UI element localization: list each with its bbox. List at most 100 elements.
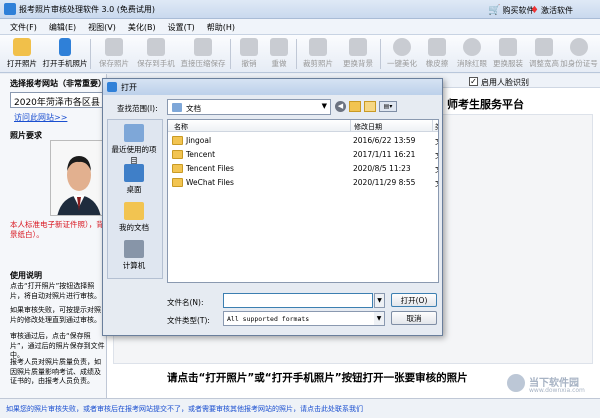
eraser-icon: [428, 38, 446, 56]
dialog-title-bar: 打开: [103, 79, 442, 95]
face-recognition-label: 启用人脸识别: [481, 78, 529, 87]
dialog-title: 打开: [121, 83, 137, 92]
add-id-number-button[interactable]: 加身份证号: [560, 37, 598, 71]
usage-step-3: 审核通过后，点击“保存照片”，通过后的照片保存到文件中。: [10, 332, 105, 359]
eraser-button[interactable]: 橡皮擦: [420, 37, 454, 71]
buy-software-button[interactable]: 🛒 购买软件: [488, 4, 534, 16]
folder-icon: [172, 178, 183, 187]
toolbar-separator: [380, 39, 381, 69]
save-phone-icon: [147, 38, 165, 56]
open-phone-photo-button[interactable]: 打开手机照片: [42, 37, 88, 71]
folder-icon: [172, 136, 183, 145]
desktop-icon: [124, 164, 144, 182]
open-file-dialog: 打开 查找范围(I): 文档 ▼ ◀ ▤▾ 最近使用的项目 桌面 我的文档 计算…: [102, 78, 443, 336]
file-list-header: 名称 修改日期 类: [168, 120, 438, 132]
filetype-select[interactable]: All supported formats: [223, 311, 385, 326]
open-photo-hint: 请点击“打开照片”或“打开手机照片”按钮打开一张要审核的照片: [167, 372, 468, 384]
menu-beautify[interactable]: 美化(B): [122, 19, 162, 34]
menu-edit[interactable]: 编辑(E): [43, 19, 82, 34]
key-icon: ♦: [530, 4, 539, 16]
usage-step-4: 报考人员对照片质量负责，如因照片质量影响考试、成绩及证书的，由报考人员负责。: [10, 358, 101, 385]
back-icon[interactable]: ◀: [335, 101, 346, 112]
direct-save-button[interactable]: 直接压缩保存: [178, 37, 228, 71]
filename-dropdown-icon[interactable]: ▼: [374, 293, 385, 308]
status-bar: 如果您的照片审核失败，或者审核后在报考网站提交不了，或者需要审核其他报考网站的照…: [0, 398, 600, 418]
column-type[interactable]: 类: [435, 122, 438, 132]
one-click-beautify-button[interactable]: 一键美化: [382, 37, 422, 71]
computer-icon: [124, 240, 144, 258]
menu-view[interactable]: 视图(V): [82, 19, 122, 34]
recent-icon: [124, 124, 144, 142]
photo-requirements-heading: 照片要求: [10, 131, 42, 140]
crop-icon: [309, 38, 327, 56]
open-button[interactable]: 打开(O): [391, 293, 437, 307]
visit-site-link[interactable]: 访问此网站>>: [14, 112, 67, 123]
watermark: 当下软件园 www.downxia.com: [507, 374, 597, 396]
folder-icon: [172, 164, 183, 173]
usage-heading: 使用说明: [10, 271, 42, 280]
activate-software-button[interactable]: ♦ 激活软件: [530, 4, 573, 16]
filename-input[interactable]: [223, 293, 373, 308]
cancel-button[interactable]: 取消: [391, 311, 437, 325]
folder-icon: [172, 150, 183, 159]
place-recent[interactable]: 最近使用的项目: [108, 124, 160, 166]
file-row[interactable]: Tencent Files 2020/8/5 11:23 文: [168, 162, 438, 176]
menu-bar: 文件(F) 编辑(E) 视图(V) 美化(B) 设置(T) 帮助(H): [0, 19, 600, 35]
undo-icon: [240, 38, 258, 56]
toolbar-separator: [90, 39, 91, 69]
eye-icon: [463, 38, 481, 56]
place-desktop[interactable]: 桌面: [108, 164, 160, 195]
site-heading: 选择报考网站（非常重要）: [10, 79, 106, 88]
adjust-size-button[interactable]: 调整宽高: [526, 37, 562, 71]
redo-icon: [270, 38, 288, 56]
change-clothes-button[interactable]: 更换服装: [490, 37, 526, 71]
title-bar: 报考照片审核处理软件 3.0 (免费试用) 🛒 购买软件 ♦ 激活软件: [0, 0, 600, 19]
window-title: 报考照片审核处理软件 3.0 (免费试用): [19, 5, 156, 14]
resize-icon: [535, 38, 553, 56]
watermark-logo-icon: [507, 374, 525, 392]
menu-file[interactable]: 文件(F): [4, 19, 43, 34]
menu-settings[interactable]: 设置(T): [162, 19, 201, 34]
save-to-phone-button[interactable]: 保存到手机: [134, 37, 178, 71]
sample-photo: [50, 140, 106, 216]
column-date[interactable]: 修改日期: [354, 122, 382, 132]
beautify-icon: [393, 38, 411, 56]
redo-button[interactable]: 重做: [264, 37, 294, 71]
menu-help[interactable]: 帮助(H): [201, 19, 241, 34]
remove-redeye-button[interactable]: 消除红眼: [454, 37, 490, 71]
save-icon: [105, 38, 123, 56]
folder-open-icon: [13, 38, 31, 56]
file-row[interactable]: WeChat Files 2020/11/29 8:55 文: [168, 176, 438, 190]
up-folder-icon[interactable]: [349, 101, 361, 112]
platform-title: 师考生服务平台: [447, 98, 524, 111]
file-row[interactable]: Jingoal 2016/6/22 13:59 文: [168, 134, 438, 148]
contact-us-link[interactable]: 如果您的照片审核失败，或者审核后在报考网站提交不了，或者需要审核其他报考网站的照…: [6, 404, 363, 414]
change-background-button[interactable]: 更换背景: [338, 37, 378, 71]
person-icon: [570, 38, 588, 56]
filename-label: 文件名(N):: [167, 298, 204, 307]
toolbar-separator: [230, 39, 231, 69]
undo-button[interactable]: 撤销: [234, 37, 264, 71]
brush-icon: [349, 38, 367, 56]
toolbar-separator: [296, 39, 297, 69]
lookin-label: 查找范围(I):: [117, 104, 158, 113]
save-photo-button[interactable]: 保存照片: [94, 37, 134, 71]
site-select[interactable]: 2020年菏泽市各区县: [10, 92, 106, 108]
cart-icon: 🛒: [488, 4, 501, 16]
phone-icon: [59, 38, 71, 56]
left-panel: 选择报考网站（非常重要） 2020年菏泽市各区县 访问此网站>> 照片要求 本人…: [0, 74, 107, 398]
chevron-down-icon: ▼: [321, 102, 327, 110]
view-menu-icon[interactable]: ▤▾: [379, 101, 397, 112]
face-recognition-checkbox[interactable]: ✓: [469, 77, 478, 86]
place-documents[interactable]: 我的文档: [108, 202, 160, 233]
place-computer[interactable]: 计算机: [108, 240, 160, 271]
app-icon: [4, 3, 16, 15]
file-list: 名称 修改日期 类 Jingoal 2016/6/22 13:59 文 Tenc…: [167, 119, 439, 283]
file-row[interactable]: Tencent 2017/1/11 16:21 文: [168, 148, 438, 162]
usage-step-1: 点击“打开照片”按钮选择照片，将自动对照片进行审核。: [10, 282, 101, 300]
lookin-select[interactable]: 文档 ▼: [167, 99, 331, 115]
column-name[interactable]: 名称: [174, 122, 188, 132]
crop-photo-button[interactable]: 裁剪照片: [298, 37, 338, 71]
open-photo-button[interactable]: 打开照片: [2, 37, 42, 71]
new-folder-icon[interactable]: [364, 101, 376, 112]
